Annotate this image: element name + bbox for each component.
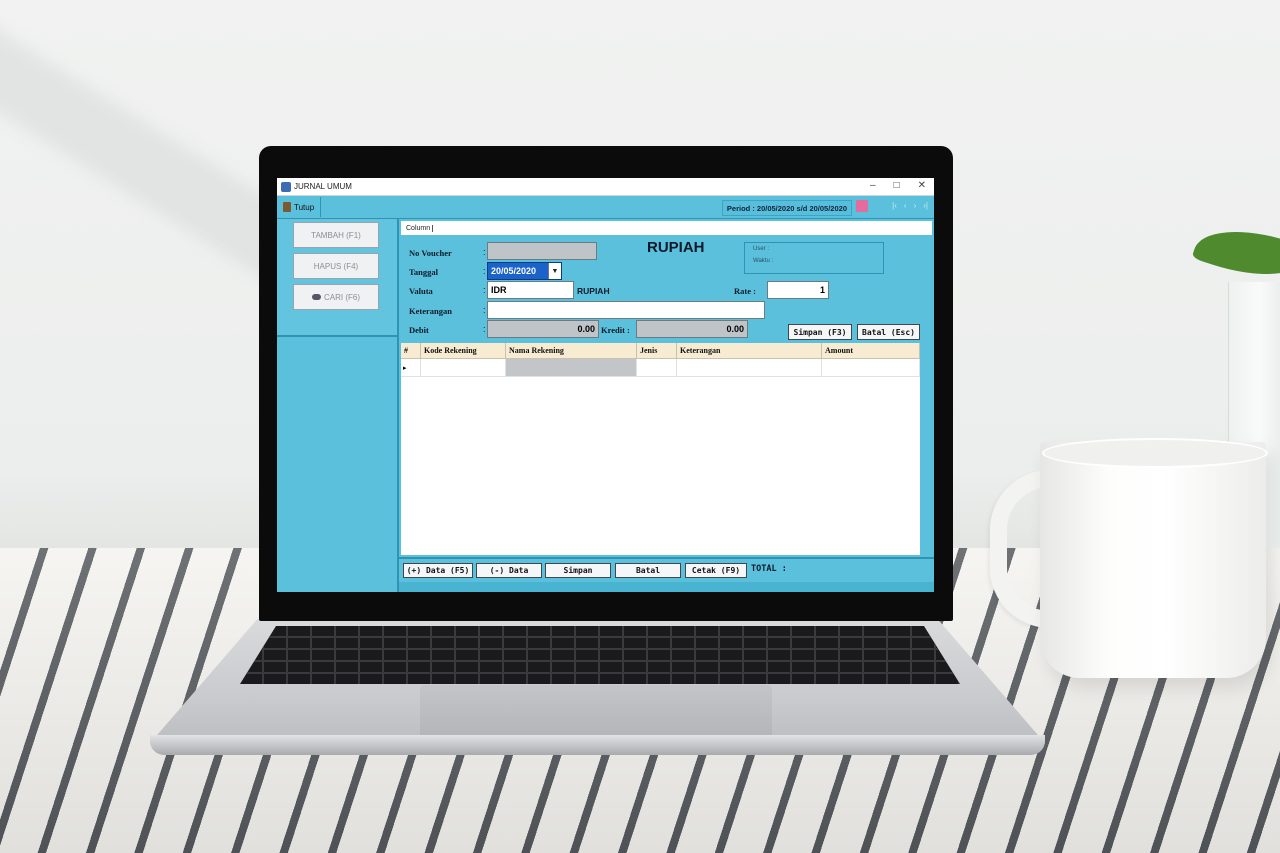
batal-esc-button[interactable]: Batal (Esc) bbox=[857, 324, 920, 340]
cell-kode-rekening[interactable] bbox=[421, 359, 506, 376]
rate-field[interactable]: 1 bbox=[767, 281, 829, 299]
cell-jenis[interactable] bbox=[637, 359, 677, 376]
row-indicator: ▸ bbox=[401, 359, 421, 376]
laptop-base-front bbox=[150, 735, 1045, 755]
user-label: User : bbox=[753, 246, 770, 252]
record-navigation: |‹ ‹ › ›| bbox=[892, 201, 928, 210]
currency-colon: : bbox=[483, 285, 486, 295]
simpan-f3-button[interactable]: Simpan (F3) bbox=[788, 324, 852, 340]
currency-name: RUPIAH bbox=[577, 286, 610, 296]
cell-nama-rekening bbox=[506, 359, 637, 376]
toolbar: Tutup Period : 20/05/2020 s/d 20/05/2020… bbox=[277, 196, 934, 220]
left-panel-actions: TAMBAH (F1) HAPUS (F4) CARI (F6) bbox=[277, 219, 397, 337]
title-bar: JURNAL UMUM – □ ✕ bbox=[277, 178, 934, 196]
col-amount[interactable]: Amount bbox=[822, 343, 920, 358]
hapus-button[interactable]: HAPUS (F4) bbox=[293, 253, 379, 279]
nav-last-icon[interactable]: ›| bbox=[923, 201, 928, 210]
main-panel: Column No Voucher : RUPIAH User : Waktu … bbox=[399, 219, 934, 592]
col-nama-rekening[interactable]: Nama Rekening bbox=[506, 343, 637, 358]
date-picker[interactable]: 20/05/2020 ▼ bbox=[487, 262, 562, 280]
voucher-field[interactable] bbox=[487, 242, 597, 260]
total-label: TOTAL : bbox=[751, 564, 787, 574]
nav-first-icon[interactable]: |‹ bbox=[892, 201, 897, 210]
batal-button[interactable]: Batal bbox=[615, 563, 681, 578]
app-icon bbox=[281, 181, 291, 192]
simpan-button[interactable]: Simpan bbox=[545, 563, 611, 578]
close-window-button[interactable]: ✕ bbox=[918, 180, 926, 191]
window-controls: – □ ✕ bbox=[870, 180, 926, 191]
cetak-button[interactable]: Cetak (F9) bbox=[685, 563, 747, 578]
laptop-trackpad bbox=[420, 685, 772, 740]
nav-prev-icon[interactable]: ‹ bbox=[904, 201, 907, 210]
currency-code-field[interactable]: IDR bbox=[487, 281, 574, 299]
calendar-icon[interactable] bbox=[856, 200, 868, 212]
voucher-colon: : bbox=[483, 247, 486, 257]
note-colon: : bbox=[483, 305, 486, 315]
grid-header: # Kode Rekening Nama Rekening Jenis Kete… bbox=[401, 343, 920, 359]
mug-rim bbox=[1042, 438, 1268, 468]
chevron-down-icon[interactable]: ▼ bbox=[548, 263, 561, 279]
left-panel: TAMBAH (F1) HAPUS (F4) CARI (F6) bbox=[277, 219, 399, 592]
date-label: Tanggal bbox=[409, 267, 438, 277]
currency-label: Valuta bbox=[409, 286, 433, 296]
cell-keterangan[interactable] bbox=[677, 359, 822, 376]
status-strip bbox=[399, 582, 934, 592]
voucher-form: No Voucher : RUPIAH User : Waktu : Tangg… bbox=[399, 237, 934, 342]
minimize-button[interactable]: – bbox=[870, 180, 876, 191]
period-display: Period : 20/05/2020 s/d 20/05/2020 bbox=[721, 200, 852, 216]
plant-leaf bbox=[1191, 214, 1280, 292]
laptop-keyboard bbox=[240, 626, 960, 684]
coffee-mug bbox=[1040, 442, 1266, 678]
cari-label: CARI (F6) bbox=[324, 292, 360, 302]
hapus-label: HAPUS (F4) bbox=[313, 261, 359, 271]
table-row[interactable]: ▸ bbox=[401, 359, 920, 377]
credit-label: Kredit : bbox=[601, 325, 630, 335]
debit-label: Debit bbox=[409, 325, 429, 335]
maximize-button[interactable]: □ bbox=[894, 180, 900, 191]
user-info-box: User : Waktu : bbox=[744, 242, 884, 274]
col-number[interactable]: # bbox=[401, 343, 421, 358]
debit-field: 0.00 bbox=[487, 320, 599, 338]
tutup-button[interactable]: Tutup bbox=[277, 197, 322, 217]
debit-colon: : bbox=[483, 324, 486, 334]
currency-title: RUPIAH bbox=[647, 239, 705, 256]
add-row-button[interactable]: (+) Data (F5) bbox=[403, 563, 473, 578]
col-keterangan[interactable]: Keterangan bbox=[677, 343, 822, 358]
voucher-label: No Voucher bbox=[409, 248, 452, 258]
note-label: Keterangan bbox=[409, 306, 452, 316]
cari-button[interactable]: CARI (F6) bbox=[293, 284, 379, 310]
window-title: JURNAL UMUM bbox=[294, 182, 352, 191]
time-label: Waktu : bbox=[753, 258, 774, 264]
bottom-action-bar: (+) Data (F5) (-) Data Simpan Batal Ceta… bbox=[399, 557, 934, 581]
credit-field: 0.00 bbox=[636, 320, 748, 338]
note-field[interactable] bbox=[487, 301, 765, 319]
binoculars-icon bbox=[312, 294, 321, 300]
exit-door-icon bbox=[283, 202, 291, 212]
rate-label: Rate : bbox=[734, 286, 756, 296]
date-colon: : bbox=[483, 266, 486, 276]
col-kode-rekening[interactable]: Kode Rekening bbox=[421, 343, 506, 358]
column-tab[interactable]: Column bbox=[401, 221, 932, 235]
app-window: JURNAL UMUM – □ ✕ Tutup Period : 20/05/2… bbox=[277, 178, 934, 592]
date-value: 20/05/2020 bbox=[491, 266, 537, 276]
tambah-button[interactable]: TAMBAH (F1) bbox=[293, 222, 379, 248]
remove-row-button[interactable]: (-) Data bbox=[476, 563, 542, 578]
tambah-label: TAMBAH (F1) bbox=[311, 230, 361, 240]
cell-amount[interactable] bbox=[822, 359, 920, 376]
col-jenis[interactable]: Jenis bbox=[637, 343, 677, 358]
tutup-label: Tutup bbox=[294, 202, 315, 212]
journal-grid: # Kode Rekening Nama Rekening Jenis Kete… bbox=[401, 343, 920, 555]
column-tab-label: Column bbox=[406, 224, 434, 232]
nav-next-icon[interactable]: › bbox=[914, 201, 917, 210]
